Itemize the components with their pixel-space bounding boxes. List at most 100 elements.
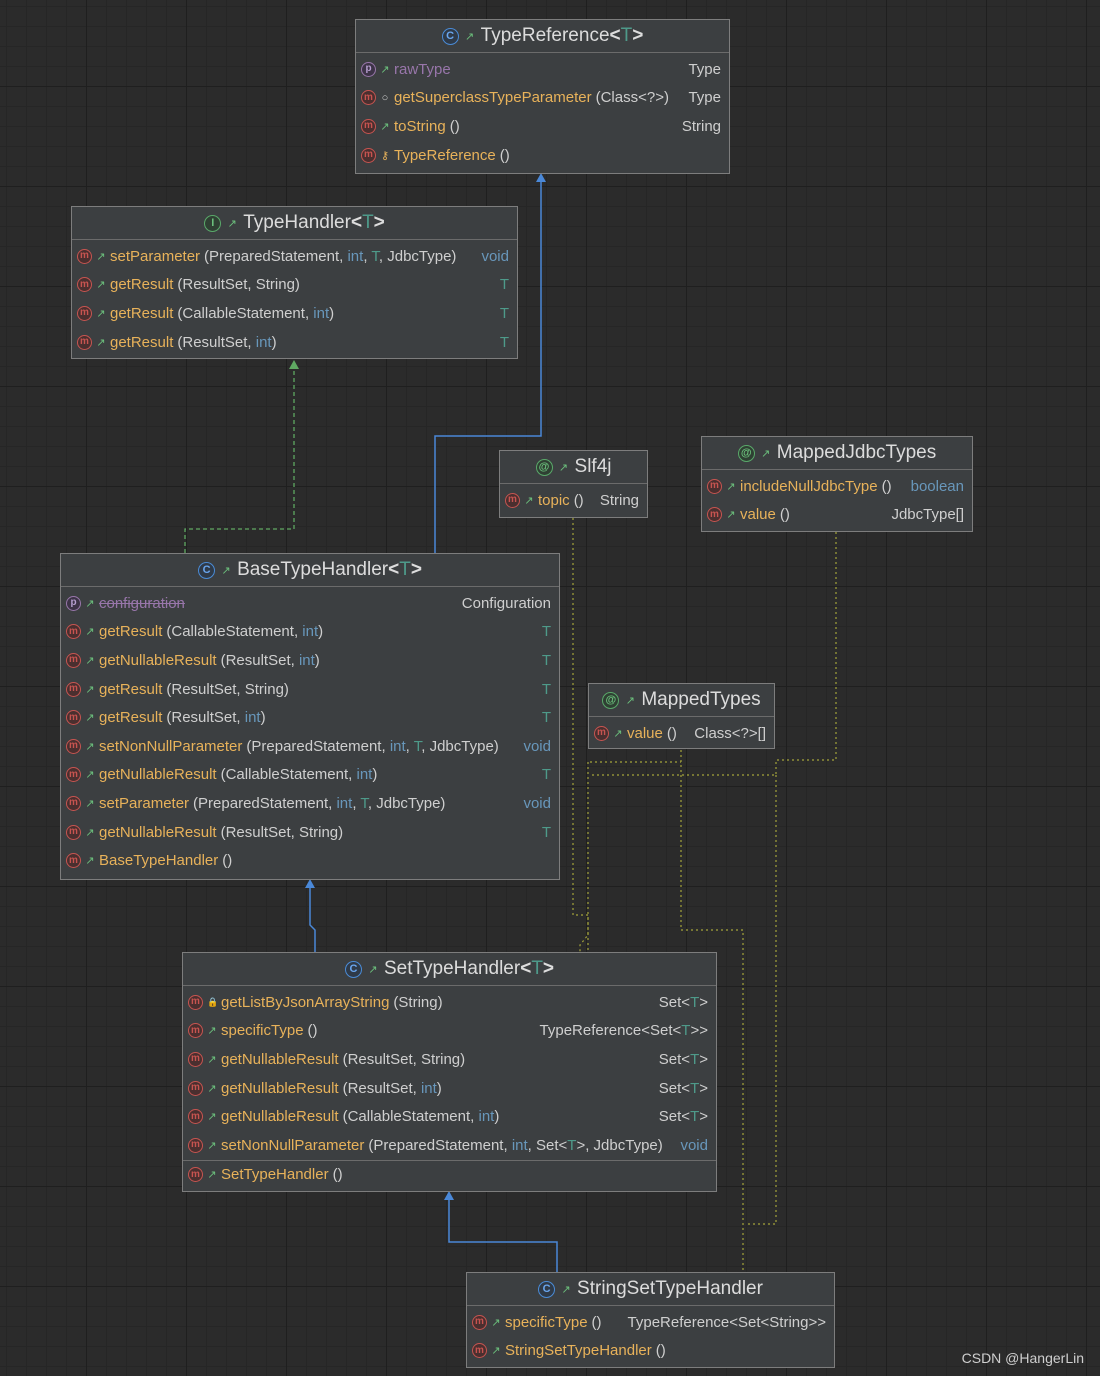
method-row[interactable]: m ↗ getNullableResult (ResultSet, int) T — [61, 646, 559, 675]
field-row[interactable]: p ↗ configuration Configuration — [61, 589, 559, 618]
interface-icon: I — [204, 214, 222, 232]
annotation-mappedtypes[interactable]: @ ↗ MappedTypes m ↗ value() Class<?>[] — [588, 683, 775, 749]
method-row[interactable]: m ↗ getResult (ResultSet, int) T — [61, 703, 559, 732]
class-icon: C — [198, 561, 216, 579]
member-args: (ResultSet, int) — [177, 333, 277, 351]
member-name: SetTypeHandler — [221, 1166, 329, 1184]
member-args: (ResultSet, String) — [177, 276, 300, 294]
annotation-slf4j[interactable]: @ ↗ Slf4j m ↗ topic() String — [499, 450, 648, 518]
class-title: MappedTypes — [641, 689, 761, 710]
method-row[interactable]: m ↗ getNullableResult (ResultSet, int) Set<T… — [183, 1074, 716, 1103]
method-row[interactable]: m ↗ setParameter (PreparedStatement, int, T… — [72, 242, 517, 271]
return-type: void — [523, 794, 551, 812]
method-row[interactable]: m ↗ getResult (ResultSet, String) T — [61, 675, 559, 704]
method-row[interactable]: m ↗ value() Class<?>[] — [589, 719, 774, 748]
method-icon: m — [66, 795, 81, 811]
method-row[interactable]: m ↗ setNonNullParameter (PreparedStatement,… — [61, 732, 559, 761]
member-name: getResult — [110, 333, 174, 351]
method-row[interactable]: m ⚷ TypeReference() — [356, 141, 729, 170]
method-row[interactable]: m ↗ StringSetTypeHandler() — [467, 1337, 834, 1366]
member-args: (PreparedStatement, int, T, JdbcType) — [204, 247, 457, 265]
class-title: StringSetTypeHandler — [577, 1278, 763, 1299]
method-row[interactable]: m ↗ specificType() TypeReference<Set<T>> — [183, 1017, 716, 1046]
method-row[interactable]: m ↗ getResult (ResultSet, int) T — [72, 328, 517, 357]
public-icon: ↗ — [524, 494, 534, 507]
method-row[interactable]: m ○ getSuperclassTypeParameter (Class<?>) Ty… — [356, 84, 729, 113]
method-icon: m — [188, 1080, 203, 1096]
method-row[interactable]: m ↗ SetTypeHandler() — [183, 1159, 716, 1190]
member-name: getNullableResult — [221, 1050, 339, 1068]
return-type: T — [541, 766, 551, 784]
member-args: () — [449, 117, 460, 135]
member-name: specificType — [221, 1022, 304, 1040]
public-icon: ↗ — [207, 1053, 217, 1066]
method-row[interactable]: m ↗ setParameter (PreparedStatement, int, T… — [61, 789, 559, 818]
field-row[interactable]: p ↗ rawType Type — [356, 55, 729, 84]
class-settypehandler[interactable]: C ↗ SetTypeHandler<T> m 🔒 getListByJsonArr… — [182, 952, 717, 1192]
public-icon: ↗ — [85, 683, 95, 696]
method-row[interactable]: m ↗ BaseTypeHandler() — [61, 846, 559, 875]
method-row[interactable]: m ↗ toString() String — [356, 112, 729, 141]
public-icon: ↗ — [761, 447, 771, 460]
public-icon: ↗ — [85, 769, 95, 782]
member-list: m ↗ setParameter (PreparedStatement, int, T… — [72, 240, 517, 358]
member-list: p ↗ rawType Type m ○ getSuperclassTypeParamete… — [356, 53, 729, 171]
member-args: (ResultSet, String) — [342, 1050, 466, 1068]
annotation-mappedjdbctypes[interactable]: @ ↗ MappedJdbcTypes m ↗ includeNullJdbcTyp… — [701, 436, 973, 532]
return-type: T — [541, 680, 551, 698]
member-list: m ↗ specificType() TypeReference<Set<String… — [467, 1306, 834, 1367]
public-icon: ↗ — [85, 797, 95, 810]
class-header: @ ↗ MappedTypes — [589, 684, 774, 717]
method-row[interactable]: m ↗ getNullableResult (CallableStatement, i… — [183, 1102, 716, 1131]
return-type: TypeReference<Set<String>> — [627, 1313, 826, 1331]
member-name: getSuperclassTypeParameter — [394, 89, 592, 107]
method-row[interactable]: m ↗ getResult (CallableStatement, int) T — [72, 299, 517, 328]
member-name: getResult — [99, 623, 163, 641]
member-args: () — [779, 506, 790, 524]
member-args: () — [332, 1166, 343, 1184]
member-args: (PreparedStatement, int, T, JdbcType) — [193, 794, 446, 812]
class-icon: C — [344, 960, 362, 978]
public-icon: ↗ — [85, 740, 95, 753]
class-header: C ↗ TypeReference<T> — [356, 20, 729, 53]
public-icon: ↗ — [726, 480, 736, 493]
method-row[interactable]: m ↗ getResult (CallableStatement, int) T — [61, 618, 559, 647]
member-args: () — [655, 1342, 666, 1360]
method-icon: m — [188, 1051, 203, 1067]
method-row[interactable]: m ↗ topic() String — [500, 486, 647, 515]
method-row[interactable]: m ↗ setNonNullParameter (PreparedStatement,… — [183, 1131, 716, 1160]
class-title: Slf4j — [574, 456, 612, 477]
interface-typehandler[interactable]: I ↗ TypeHandler<T> m ↗ setParameter (Prepar… — [71, 206, 518, 359]
method-row[interactable]: m ↗ specificType() TypeReference<Set<String… — [467, 1308, 834, 1337]
return-type: T — [499, 333, 509, 351]
member-name: getListByJsonArrayString — [221, 993, 390, 1011]
public-icon: ↗ — [207, 1025, 217, 1038]
method-row[interactable]: m ↗ getNullableResult (CallableStatement, i… — [61, 761, 559, 790]
method-row[interactable]: m 🔒 getListByJsonArrayString (String) Set<T> — [183, 988, 716, 1017]
property-icon: p — [66, 595, 81, 611]
return-type: Set<T> — [658, 1050, 708, 1068]
class-stringsettypehandler[interactable]: C ↗ StringSetTypeHandler m ↗ specificType(… — [466, 1272, 835, 1368]
method-row[interactable]: m ↗ getResult (ResultSet, String) T — [72, 271, 517, 300]
method-row[interactable]: m ↗ includeNullJdbcType() boolean — [702, 472, 972, 501]
method-icon: m — [707, 478, 722, 494]
member-args: (ResultSet, int) — [166, 709, 266, 727]
member-name: getResult — [99, 680, 163, 698]
member-name: BaseTypeHandler — [99, 852, 219, 870]
method-icon: m — [361, 118, 376, 134]
class-title: SetTypeHandler<T> — [383, 958, 555, 979]
public-icon: ↗ — [96, 250, 106, 263]
member-args: (CallableStatement, int) — [177, 304, 335, 322]
member-name: StringSetTypeHandler — [505, 1342, 652, 1360]
method-row[interactable]: m ↗ value() JdbcType[] — [702, 501, 972, 530]
member-list: m ↗ includeNullJdbcType() boolean m ↗ value() J… — [702, 470, 972, 531]
class-title: TypeHandler<T> — [243, 212, 385, 233]
edge-slf4j — [572, 518, 589, 952]
member-name: setParameter — [99, 794, 190, 812]
method-row[interactable]: m ↗ getNullableResult (ResultSet, String) Se… — [183, 1045, 716, 1074]
class-basetypehandler[interactable]: C ↗ BaseTypeHandler<T> p ↗ configuration Co… — [60, 553, 560, 880]
return-type: String — [681, 117, 721, 135]
method-row[interactable]: m ↗ getNullableResult (ResultSet, String) T — [61, 818, 559, 847]
member-name: getResult — [110, 276, 174, 294]
class-typereference[interactable]: C ↗ TypeReference<T> p ↗ rawType Type m ○ getS… — [355, 19, 730, 174]
